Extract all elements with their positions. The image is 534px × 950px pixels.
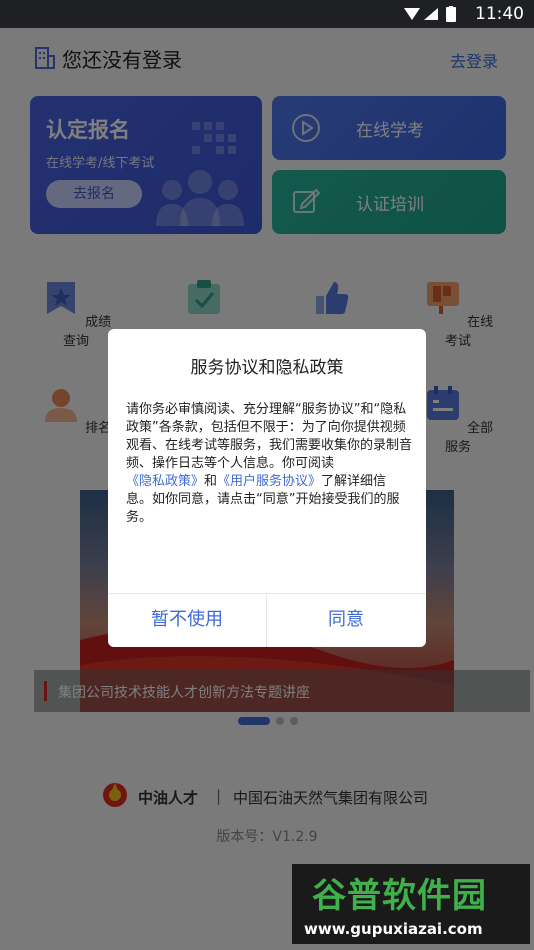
privacy-dialog: 服务协议和隐私政策 请你务必审慎阅读、充分理解“服务协议”和“隐私政策”各条款，…	[108, 329, 426, 647]
decline-button[interactable]: 暂不使用	[108, 593, 266, 647]
status-time: 11:40	[475, 4, 524, 24]
user-agreement-link[interactable]: 《用户服务协议》	[217, 474, 321, 489]
agree-button[interactable]: 同意	[267, 593, 425, 647]
privacy-policy-link[interactable]: 《隐私政策》	[126, 474, 204, 489]
status-bar: 11:40	[0, 0, 534, 28]
signal-battery-icons	[404, 6, 456, 22]
dialog-text-1: 请你务必审慎阅读、充分理解“服务协议”和“隐私政策”各条款，包括但不限于：为了向…	[126, 402, 413, 471]
dialog-body: 请你务必审慎阅读、充分理解“服务协议”和“隐私政策”各条款，包括但不限于：为了向…	[126, 401, 412, 527]
watermark-url: www.gupuxiazai.com	[304, 920, 483, 938]
dialog-text-2: 和	[204, 474, 218, 489]
dialog-title: 服务协议和隐私政策	[190, 358, 344, 378]
watermark-title: 谷普软件园	[312, 876, 487, 916]
watermark: 谷普软件园 www.gupuxiazai.com	[292, 864, 530, 944]
